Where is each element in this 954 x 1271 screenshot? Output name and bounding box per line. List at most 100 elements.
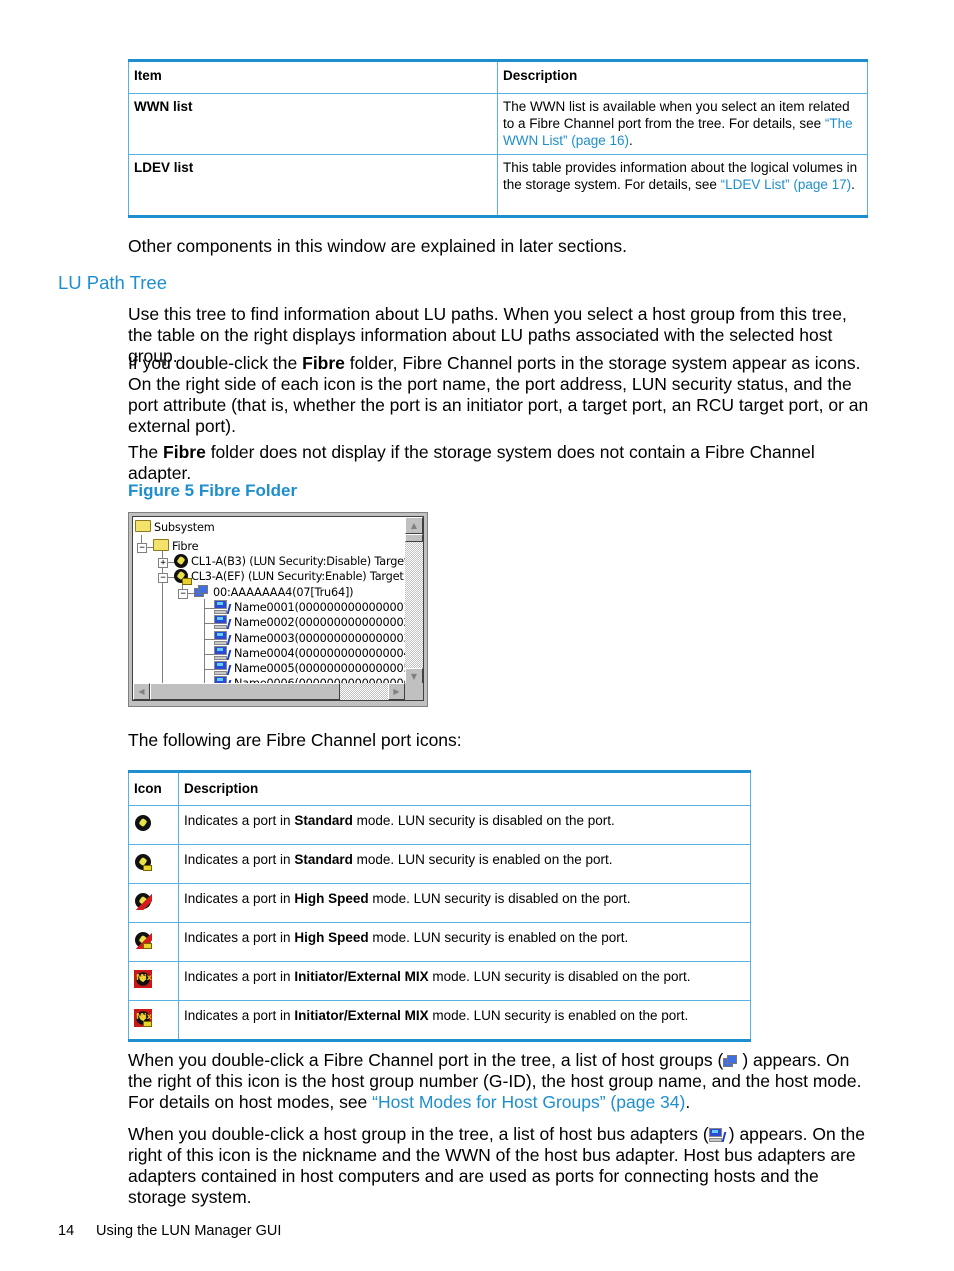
chapter-title: Using the LUN Manager GUI xyxy=(96,1223,282,1239)
description-end: . xyxy=(851,177,855,192)
tree-node-port[interactable]: CL3-A(EF) (LUN Security:Enable) Target xyxy=(174,569,404,585)
horizontal-scrollbar[interactable]: ◀ ▶ xyxy=(133,683,405,700)
icons-intro: The following are Fibre Channel port ico… xyxy=(128,730,462,750)
row-description: Indicates a port in Standard mode. LUN s… xyxy=(178,844,751,884)
row-item: LDEV list xyxy=(128,154,498,218)
header-description: Description xyxy=(497,59,868,94)
tree-node-hba[interactable]: Name0001(0000000000000001) xyxy=(214,600,415,615)
icon-cell xyxy=(128,922,179,962)
scrollbar-corner xyxy=(405,683,423,700)
icon-cell: Mix xyxy=(128,961,179,1001)
row-description: Indicates a port in Initiator/External M… xyxy=(178,1000,751,1042)
host-group-icon xyxy=(723,1055,739,1068)
text: folder does not display if the storage s… xyxy=(128,442,815,483)
components-table: Item Description WWN list The WWN list i… xyxy=(128,59,868,218)
node-label: CL1-A(B3) (LUN Security:Disable) Target xyxy=(191,555,409,568)
text: Indicates a port in xyxy=(184,1008,295,1023)
table-header-row: Icon Description xyxy=(128,770,751,806)
collapse-toggle[interactable]: − xyxy=(178,589,188,599)
port-standard-security-enabled-icon xyxy=(174,569,192,585)
tree-node-hba[interactable]: Name0005(0000000000000005) xyxy=(214,661,415,676)
scroll-left-button[interactable]: ◀ xyxy=(133,683,150,700)
node-label: Name0004(0000000000000004) xyxy=(234,647,415,660)
host-bus-adapter-icon xyxy=(214,646,232,660)
host-groups-paragraph: When you double-click a Fibre Channel po… xyxy=(128,1050,873,1113)
port-standard-security-enabled-icon xyxy=(134,853,152,871)
node-label: Subsystem xyxy=(154,521,215,534)
tree-node-hba[interactable]: Name0002(0000000000000002) xyxy=(214,615,415,630)
host-bus-adapter-icon xyxy=(214,661,232,675)
collapse-toggle[interactable]: − xyxy=(137,543,147,553)
tree-connector xyxy=(204,599,205,685)
tree-node-hba[interactable]: Name0004(0000000000000004) xyxy=(214,646,415,661)
fibre-bold: Fibre xyxy=(302,353,345,373)
icon-cell xyxy=(128,844,179,884)
text: Indicates a port in xyxy=(184,852,295,867)
node-label: CL3-A(EF) (LUN Security:Enable) Target xyxy=(191,570,404,583)
tree-node-port[interactable]: CL1-A(B3) (LUN Security:Disable) Target xyxy=(174,554,408,569)
text: mode. LUN security is enabled on the por… xyxy=(352,852,613,867)
port-highspeed-security-enabled-icon xyxy=(134,931,152,949)
host-group-icon xyxy=(194,585,210,598)
table-row: Mix Indicates a port in Initiator/Extern… xyxy=(128,1000,751,1042)
text: . xyxy=(685,1092,691,1112)
figure-caption: Figure 5 Fibre Folder xyxy=(128,481,298,500)
ldev-list-link[interactable]: “LDEV List” (page 17) xyxy=(721,177,852,192)
port-mix-security-enabled-icon: Mix xyxy=(134,1009,152,1027)
port-icons-table: Icon Description Indicates a port in Sta… xyxy=(128,770,751,1042)
row-description: Indicates a port in Standard mode. LUN s… xyxy=(178,805,751,845)
fibre-bold: Fibre xyxy=(163,442,206,462)
expand-toggle[interactable]: + xyxy=(158,558,168,568)
text: mode. LUN security is disabled on the po… xyxy=(428,969,691,984)
port-highspeed-security-disabled-icon xyxy=(134,892,152,910)
text: Indicates a port in xyxy=(184,969,295,984)
text: If you double-click the xyxy=(128,353,303,373)
horizontal-scroll-thumb[interactable] xyxy=(150,683,340,700)
folder-icon xyxy=(153,539,169,551)
header-icon: Icon xyxy=(128,770,179,806)
node-label: Name0005(0000000000000005) xyxy=(234,662,415,675)
intro-paragraph: Other components in this window are expl… xyxy=(128,236,628,256)
tree-node-host-group[interactable]: 00:AAAAAAA4(07[Tru64]) xyxy=(194,585,354,600)
table-row: Indicates a port in High Speed mode. LUN… xyxy=(128,922,751,962)
collapse-toggle[interactable]: − xyxy=(158,573,168,583)
text: When you double-click a Fibre Channel po… xyxy=(128,1050,724,1070)
tree-node-hba[interactable]: Name0003(0000000000000003) xyxy=(214,631,415,646)
text: mode. LUN security is enabled on the por… xyxy=(368,930,629,945)
tree-view: Subsystem − Fibre + CL1-A(B3) (LUN Secur… xyxy=(132,516,424,701)
row-description: Indicates a port in High Speed mode. LUN… xyxy=(178,883,751,923)
section-paragraph-3: The Fibre folder does not display if the… xyxy=(128,442,873,484)
node-label: Fibre xyxy=(172,540,199,553)
row-description: Indicates a port in Initiator/External M… xyxy=(178,961,751,1001)
tree-node-fibre[interactable]: Fibre xyxy=(153,539,199,554)
port-standard-security-disabled-icon xyxy=(174,554,188,568)
scroll-up-button[interactable]: ▲ xyxy=(405,517,423,534)
node-label: 00:AAAAAAA4(07[Tru64]) xyxy=(213,586,354,599)
node-label: Name0001(0000000000000001) xyxy=(234,601,415,614)
fibre-folder-figure: Subsystem − Fibre + CL1-A(B3) (LUN Secur… xyxy=(128,512,428,707)
port-mix-security-disabled-icon: Mix xyxy=(134,970,152,988)
table-header-row: Item Description xyxy=(128,59,868,94)
vertical-scroll-thumb[interactable] xyxy=(405,534,423,542)
text: The xyxy=(128,442,164,462)
host-bus-adapter-icon xyxy=(214,615,232,629)
text: When you double-click a host group in th… xyxy=(128,1124,709,1144)
text: mode. LUN security is disabled on the po… xyxy=(352,813,615,828)
table-row: Mix Indicates a port in Initiator/Extern… xyxy=(128,961,751,1001)
icon-cell xyxy=(128,805,179,845)
tree-connector xyxy=(162,551,163,684)
host-bus-adapter-icon xyxy=(708,1128,727,1142)
text: mode. LUN security is disabled on the po… xyxy=(368,891,631,906)
scroll-right-button[interactable]: ▶ xyxy=(388,683,405,700)
table-row: Indicates a port in Standard mode. LUN s… xyxy=(128,844,751,884)
vertical-scrollbar[interactable]: ▲ ▼ xyxy=(405,517,423,685)
host-bus-adapters-paragraph: When you double-click a host group in th… xyxy=(128,1124,873,1208)
host-modes-link[interactable]: “Host Modes for Host Groups” (page 34) xyxy=(372,1092,685,1112)
row-description: The WWN list is available when you selec… xyxy=(497,93,868,155)
folder-icon xyxy=(135,520,151,532)
table-row: Indicates a port in High Speed mode. LUN… xyxy=(128,883,751,923)
row-description: Indicates a port in High Speed mode. LUN… xyxy=(178,922,751,962)
section-paragraph-2: If you double-click the Fibre folder, Fi… xyxy=(128,353,873,437)
tree-node-subsystem[interactable]: Subsystem xyxy=(135,520,215,535)
text: Indicates a port in xyxy=(184,813,295,828)
